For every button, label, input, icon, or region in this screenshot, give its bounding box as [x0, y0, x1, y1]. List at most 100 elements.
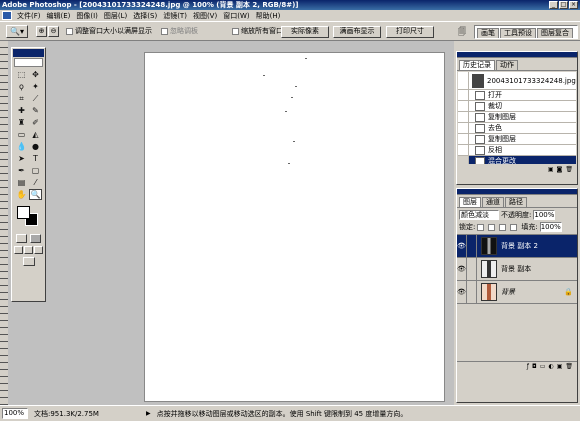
- zoom-in-icon[interactable]: ⊕: [36, 26, 47, 37]
- zoom-tool-preset-icon[interactable]: 🔍▾: [6, 25, 28, 38]
- status-arrow-icon[interactable]: ▶: [146, 410, 151, 417]
- screen-mode-full-menu-icon[interactable]: [24, 246, 33, 254]
- clone-stamp-tool-icon[interactable]: ♜: [15, 117, 28, 128]
- history-brush-tool-icon[interactable]: ✐: [29, 117, 42, 128]
- brush-link-icon[interactable]: [467, 258, 477, 280]
- blur-tool-icon[interactable]: 💧: [15, 141, 28, 152]
- brush-link-icon[interactable]: [467, 235, 477, 257]
- tab-channels[interactable]: 通道: [482, 197, 504, 207]
- menu-select[interactable]: 选择(S): [130, 11, 160, 21]
- hand-tool-icon[interactable]: ✋: [15, 189, 28, 200]
- tab-paths[interactable]: 路径: [505, 197, 527, 207]
- brush-link-icon[interactable]: [467, 281, 477, 303]
- history-snapshot[interactable]: 20043101733324248.jpg: [458, 72, 576, 90]
- lasso-tool-icon[interactable]: ϙ: [15, 81, 28, 92]
- new-snapshot-icon[interactable]: ◙: [557, 165, 563, 174]
- eraser-tool-icon[interactable]: ▭: [15, 129, 28, 140]
- fit-screen-button[interactable]: 满画布显示: [333, 26, 381, 38]
- zoom-out-icon[interactable]: ⊖: [48, 26, 59, 37]
- photoshop-logo-icon[interactable]: [2, 11, 12, 20]
- eyedropper-tool-icon[interactable]: ⁄: [29, 177, 42, 188]
- lock-transparency-checkbox[interactable]: [477, 223, 485, 231]
- menu-window[interactable]: 窗口(W): [220, 11, 252, 21]
- layer-mask-icon[interactable]: ◘: [532, 362, 537, 371]
- actual-pixels-button[interactable]: 实际像素: [281, 26, 329, 38]
- well-tab-layer-comps[interactable]: 图层复合: [537, 28, 573, 38]
- lock-pixels-checkbox[interactable]: [488, 223, 496, 231]
- layer-row[interactable]: 👁 背景 🔒: [457, 281, 577, 304]
- document-size-info[interactable]: 文档:951.3K/2.75M: [34, 409, 142, 419]
- opacity-input[interactable]: 100%: [533, 210, 556, 220]
- lock-position-checkbox[interactable]: [499, 223, 507, 231]
- tab-actions[interactable]: 动作: [496, 60, 518, 70]
- layer-row[interactable]: 👁 背景 副本 2: [457, 235, 577, 258]
- lock-all-checkbox[interactable]: [510, 223, 518, 231]
- resize-windows-option[interactable]: 调整窗口大小以满屏显示: [66, 27, 152, 36]
- toolbox-title[interactable]: [13, 49, 44, 57]
- ignore-palettes-checkbox[interactable]: [161, 27, 168, 35]
- quick-mask-mode-icon[interactable]: [30, 234, 41, 243]
- tab-history[interactable]: 历史记录: [459, 60, 495, 70]
- history-item-selected[interactable]: 混合更改: [458, 155, 576, 164]
- history-item[interactable]: 裁切: [458, 100, 576, 112]
- new-layer-icon[interactable]: ▣: [557, 362, 563, 371]
- eye-icon[interactable]: 👁: [457, 235, 467, 257]
- ignore-palettes-option[interactable]: 忽略调板: [161, 27, 198, 36]
- file-browser-icon[interactable]: 🗐: [458, 26, 470, 38]
- jump-to-imageready-icon[interactable]: [22, 257, 35, 266]
- screen-mode-standard-icon[interactable]: [14, 246, 23, 254]
- history-item[interactable]: 反相: [458, 144, 576, 156]
- adobe-online-icon[interactable]: [14, 58, 43, 67]
- crop-tool-icon[interactable]: ⌗: [15, 93, 28, 104]
- blend-mode-select[interactable]: 颜色减淡: [459, 210, 499, 220]
- history-item[interactable]: 去色: [458, 122, 576, 134]
- shape-tool-icon[interactable]: ▢: [29, 165, 42, 176]
- well-tab-brushes[interactable]: 画笔: [477, 28, 499, 38]
- dodge-tool-icon[interactable]: ●: [29, 141, 42, 152]
- menu-help[interactable]: 帮助(H): [253, 11, 284, 21]
- paint-bucket-tool-icon[interactable]: ◭: [29, 129, 42, 140]
- slice-tool-icon[interactable]: ⟋: [29, 93, 42, 104]
- pen-tool-icon[interactable]: ✒: [15, 165, 28, 176]
- close-button[interactable]: ×: [569, 1, 578, 9]
- eye-icon[interactable]: 👁: [457, 281, 467, 303]
- zoom-level-field[interactable]: 100%: [2, 408, 28, 419]
- brush-tool-icon[interactable]: ✎: [29, 105, 42, 116]
- adjustment-layer-icon[interactable]: ◐: [548, 362, 553, 371]
- type-tool-icon[interactable]: T: [29, 153, 42, 164]
- layer-row[interactable]: 👁 背景 副本: [457, 258, 577, 281]
- maximize-button[interactable]: □: [559, 1, 568, 9]
- menu-edit[interactable]: 编辑(E): [44, 11, 74, 21]
- history-item[interactable]: 复制图层: [458, 133, 576, 145]
- menu-image[interactable]: 图像(I): [73, 11, 101, 21]
- new-document-from-state-icon[interactable]: ▣: [548, 165, 554, 174]
- layer-style-icon[interactable]: ƒ: [527, 362, 529, 371]
- tab-layers[interactable]: 图层: [459, 197, 481, 207]
- well-tab-tool-presets[interactable]: 工具预设: [500, 28, 536, 38]
- foreground-color-swatch[interactable]: [17, 206, 30, 219]
- menu-layer[interactable]: 图层(L): [101, 11, 130, 21]
- standard-mode-icon[interactable]: [16, 234, 27, 243]
- magic-wand-tool-icon[interactable]: ✦: [29, 81, 42, 92]
- path-selection-tool-icon[interactable]: ➤: [15, 153, 28, 164]
- menu-view[interactable]: 视图(V): [190, 11, 220, 21]
- zoom-all-checkbox[interactable]: [232, 27, 239, 35]
- document-canvas[interactable]: [144, 52, 445, 402]
- notes-tool-icon[interactable]: ▤: [15, 177, 28, 188]
- eye-icon[interactable]: 👁: [457, 258, 467, 280]
- screen-mode-full-icon[interactable]: [34, 246, 43, 254]
- delete-state-icon[interactable]: 🗑: [565, 165, 573, 174]
- print-size-button[interactable]: 打印尺寸: [386, 26, 434, 38]
- new-group-icon[interactable]: ▭: [540, 362, 546, 371]
- move-tool-icon[interactable]: ✥: [29, 69, 42, 80]
- zoom-all-option[interactable]: 缩放所有窗口: [232, 27, 283, 36]
- history-item[interactable]: 打开: [458, 89, 576, 101]
- history-item[interactable]: 复制图层: [458, 111, 576, 123]
- delete-layer-icon[interactable]: 🗑: [565, 362, 573, 371]
- fill-input[interactable]: 100%: [539, 222, 562, 232]
- zoom-tool-icon[interactable]: 🔍: [29, 189, 42, 200]
- menu-file[interactable]: 文件(F): [14, 11, 44, 21]
- resize-windows-checkbox[interactable]: [66, 27, 73, 35]
- healing-brush-tool-icon[interactable]: ✚: [15, 105, 28, 116]
- minimize-button[interactable]: _: [549, 1, 558, 9]
